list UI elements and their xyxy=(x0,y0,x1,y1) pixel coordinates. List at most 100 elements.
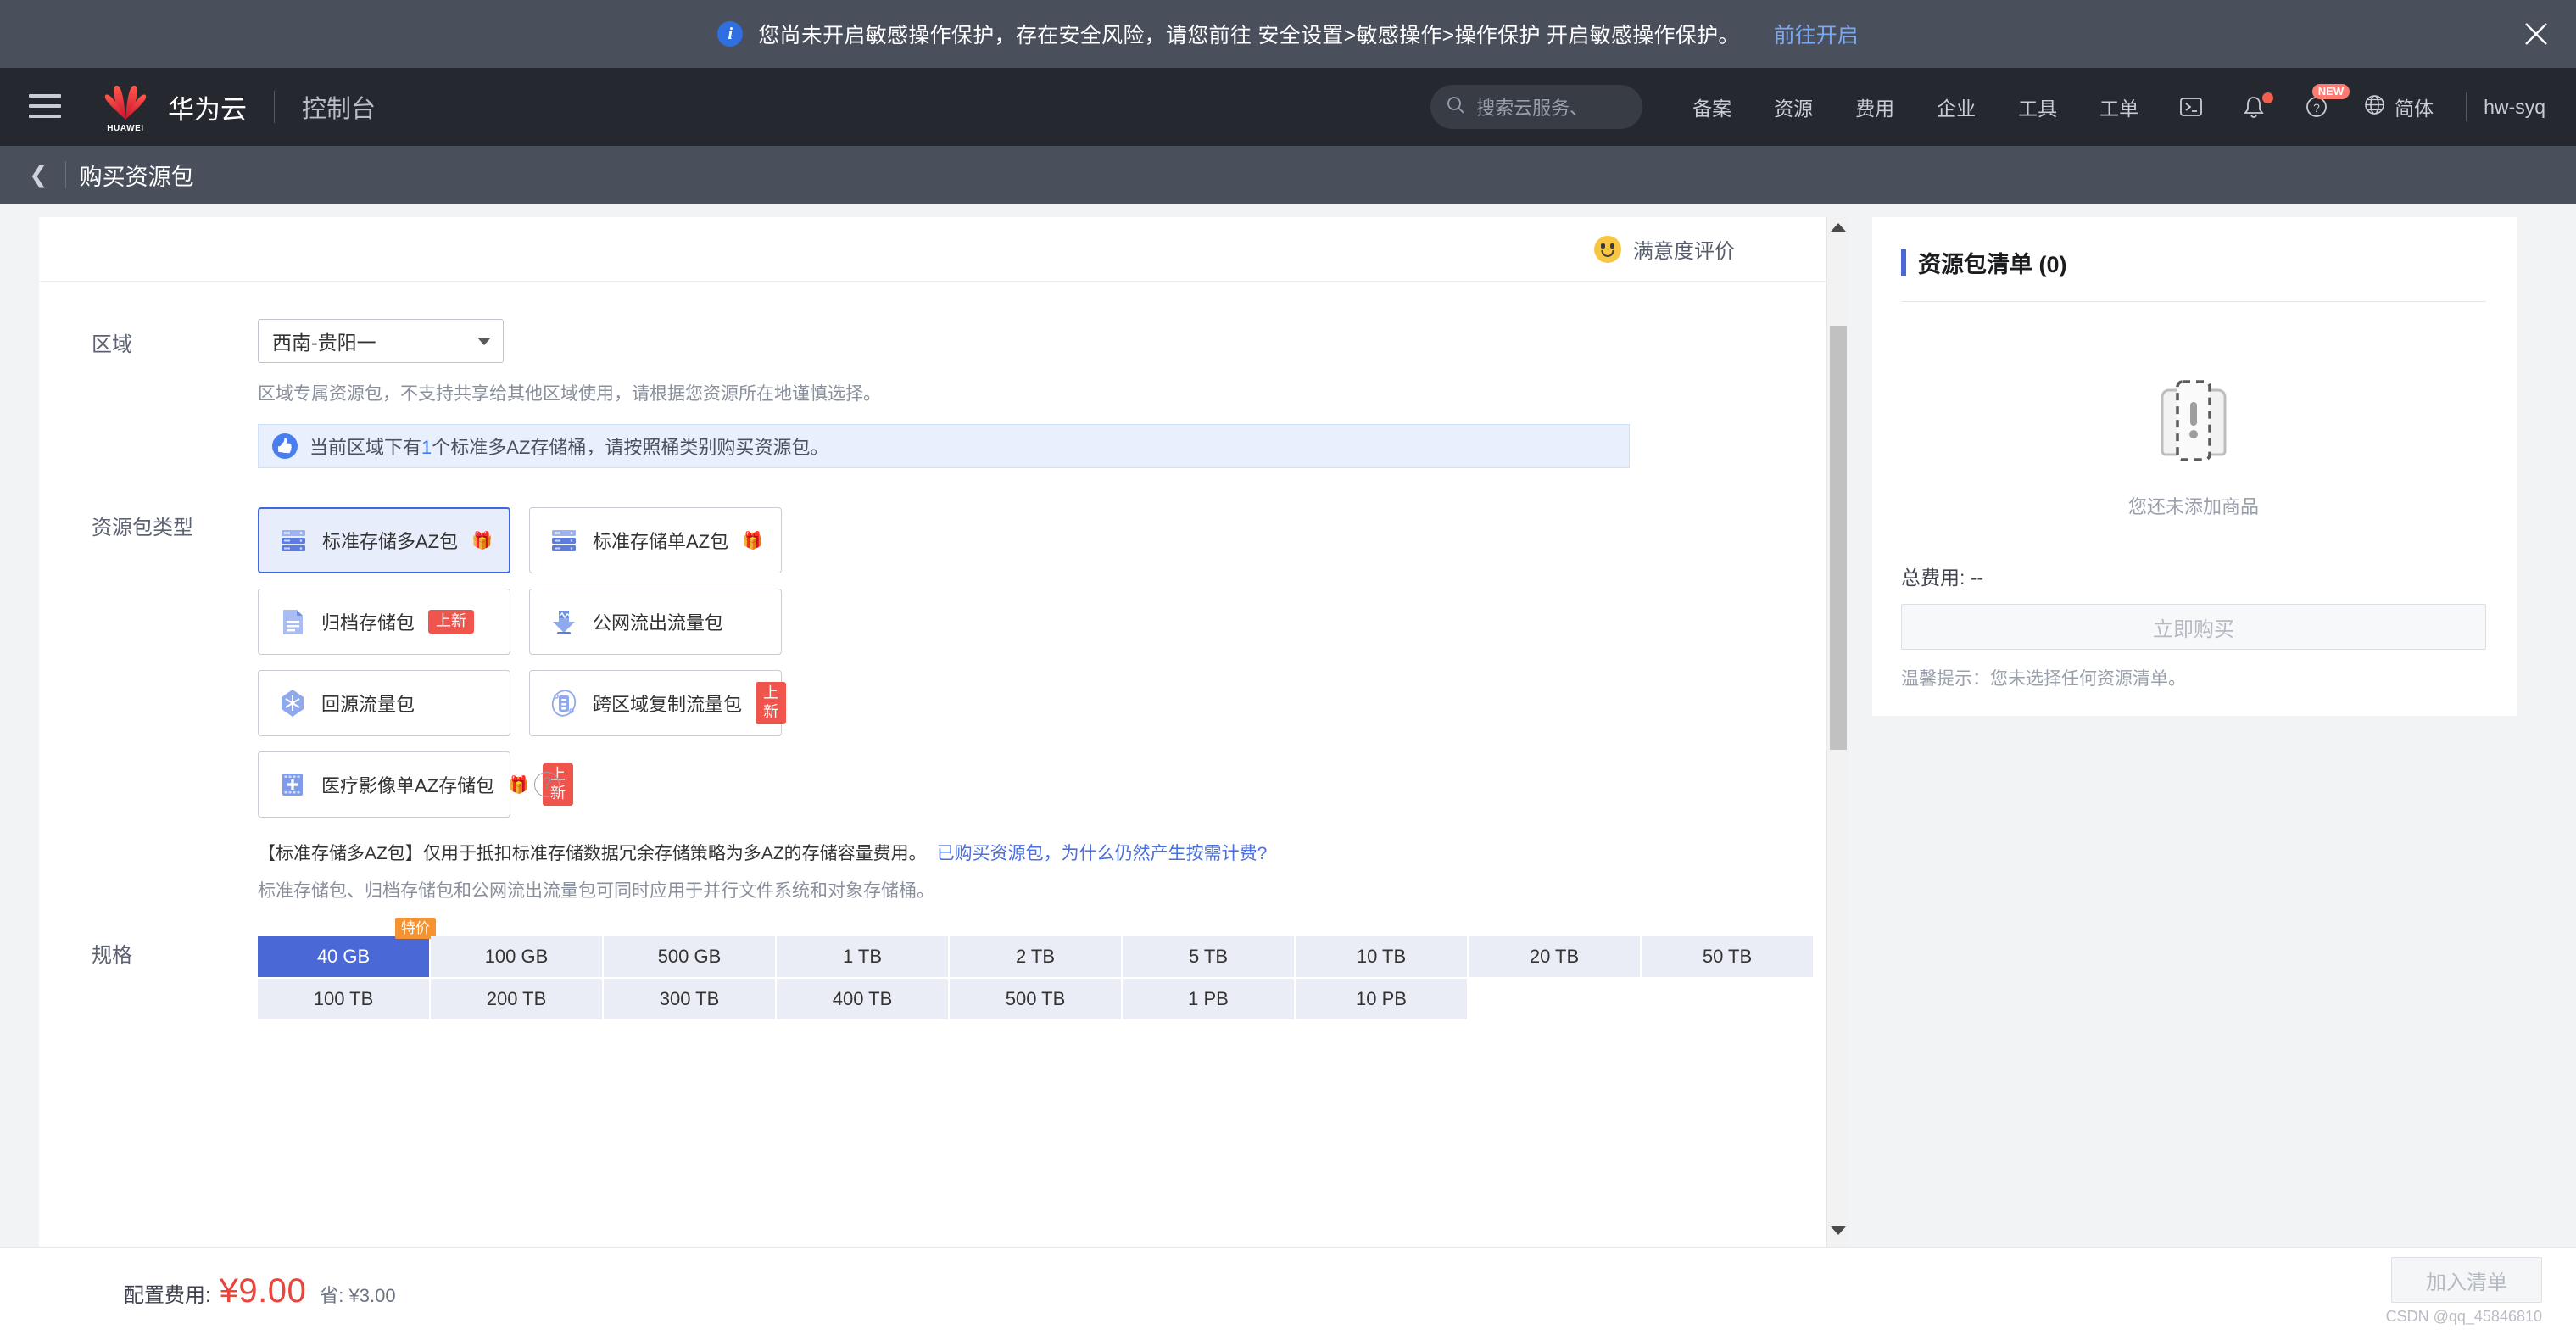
medical-image-icon xyxy=(277,769,308,800)
svg-text:?: ? xyxy=(2313,101,2320,115)
package-card-archive[interactable]: 归档存储包 上新 xyxy=(258,589,510,655)
nav-item-beian[interactable]: 备案 xyxy=(1671,92,1753,121)
spec-button-400tb[interactable]: 400 TB xyxy=(777,979,948,1019)
satisfaction-rating[interactable]: 满意度评价 xyxy=(1594,234,1735,264)
help-icon[interactable]: ? NEW xyxy=(2285,84,2350,120)
spec-button-500gb[interactable]: 500 GB xyxy=(604,936,775,977)
brand-block[interactable]: HUAWEI 华为云 xyxy=(102,82,247,133)
huawei-logo-icon: HUAWEI xyxy=(102,82,149,133)
smiley-icon xyxy=(1594,235,1621,263)
package-card-standard-single-az[interactable]: 标准存储单AZ包 🎁 xyxy=(529,507,782,573)
alert-content: i 您尚未开启敏感操作保护，存在安全风险，请您前往 安全设置>敏感操作>操作保护… xyxy=(717,19,1859,49)
rating-label: 满意度评价 xyxy=(1633,240,1735,263)
spec-button-5tb[interactable]: 5 TB xyxy=(1123,936,1294,977)
footer-bar: 配置费用: ¥9.00 省: ¥3.00 加入清单 CSDN @qq_45846… xyxy=(0,1247,2576,1335)
package-card-medical-image[interactable]: 医疗影像单AZ存储包 🎁 上新 xyxy=(258,751,574,818)
vertical-scrollbar[interactable] xyxy=(1826,217,1848,1247)
spec-buttons: 40 GB 特价 100 GB 500 GB 1 TB 2 TB 5 TB 10… xyxy=(258,918,1813,1019)
search-input[interactable]: 搜索云服务、 xyxy=(1430,85,1643,129)
spec-button-20tb[interactable]: 20 TB xyxy=(1469,936,1640,977)
close-icon[interactable] xyxy=(2522,20,2551,48)
nav-item-enterprise[interactable]: 企业 xyxy=(1915,92,1997,121)
spec-button-100gb[interactable]: 100 GB xyxy=(431,936,602,977)
nav-item-tickets[interactable]: 工单 xyxy=(2078,92,2160,121)
spec-button-50tb[interactable]: 50 TB xyxy=(1642,936,1813,977)
spec-button-500tb[interactable]: 500 TB xyxy=(950,979,1121,1019)
hamburger-icon[interactable] xyxy=(29,94,61,120)
user-account-name[interactable]: hw-syq xyxy=(2484,96,2554,119)
cross-region-replication-icon xyxy=(549,688,579,718)
bell-icon[interactable] xyxy=(2222,92,2285,120)
spec-button-label: 40 GB xyxy=(316,946,371,967)
search-icon xyxy=(1446,95,1466,120)
description-text: 【标准存储多AZ包】仅用于抵扣标准存储数据冗余存储策略为多AZ的存储容量费用。 xyxy=(258,844,927,863)
region-select[interactable]: 西南-贵阳一 xyxy=(258,319,504,363)
cart-header: 资源包清单 (0) xyxy=(1901,246,2486,279)
package-card-cross-region-replication[interactable]: 跨区域复制流量包 上新 xyxy=(529,670,787,736)
top-navbar: HUAWEI 华为云 控制台 搜索云服务、 备案 资源 费用 企业 工具 工单 … xyxy=(0,68,2576,146)
nav-item-resources[interactable]: 资源 xyxy=(1753,92,1834,121)
spec-button-2tb[interactable]: 2 TB xyxy=(950,936,1121,977)
info-icon: i xyxy=(717,21,744,47)
scrollbar-thumb[interactable] xyxy=(1830,326,1847,750)
spec-button-100tb[interactable]: 100 TB xyxy=(258,979,429,1019)
language-switcher[interactable]: 简体 xyxy=(2348,92,2449,121)
gift-icon: 🎁 xyxy=(471,531,493,550)
spec-button-300tb[interactable]: 300 TB xyxy=(604,979,775,1019)
rating-bar: 满意度评价 xyxy=(39,217,1848,282)
cart-warm-tip: 温馨提示：您未选择任何资源清单。 xyxy=(1901,669,2186,689)
spec-button-200tb[interactable]: 200 TB xyxy=(431,979,602,1019)
alert-action-link[interactable]: 前往开启 xyxy=(1774,19,1859,49)
terminal-icon[interactable] xyxy=(2160,94,2222,120)
question-mark-icon[interactable]: ? xyxy=(534,772,560,797)
content-area: 满意度评价 区域 西南-贵阳一 区域专属资源包，不支持共享给其他区域使用，请根据… xyxy=(0,204,2576,1247)
region-field: 西南-贵阳一 区域专属资源包，不支持共享给其他区域使用，请根据您资源所在地谨慎选… xyxy=(258,319,1848,468)
chevron-down-icon xyxy=(477,337,491,345)
origin-traffic-icon xyxy=(277,688,308,718)
sale-tag: 特价 xyxy=(395,918,436,940)
package-card-label: 回源流量包 xyxy=(321,694,415,715)
package-card-public-outbound-traffic[interactable]: 公网流出流量包 xyxy=(529,589,782,655)
search-placeholder: 搜索云服务、 xyxy=(1476,98,1589,119)
spec-button-1pb[interactable]: 1 PB xyxy=(1123,979,1294,1019)
gift-icon: 🎁 xyxy=(508,775,530,795)
divider xyxy=(274,91,275,123)
nav-item-tools[interactable]: 工具 xyxy=(1997,92,2078,121)
console-label[interactable]: 控制台 xyxy=(302,89,376,125)
package-description-sub: 标准存储包、归档存储包和公网流出流量包可同时应用于并行文件系统和对象存储桶。 xyxy=(258,881,934,901)
package-card-standard-multi-az[interactable]: 标准存储多AZ包 🎁 xyxy=(258,507,510,573)
package-card-label: 医疗影像单AZ存储包 xyxy=(321,775,495,796)
bucket-tip-text: 当前区域下有1个标准多AZ存储桶，请按照桶类别购买资源包。 xyxy=(309,437,829,458)
package-card-origin-traffic[interactable]: 回源流量包 xyxy=(258,670,510,736)
description-link[interactable]: 已购买资源包，为什么仍然产生按需计费? xyxy=(937,844,1268,863)
add-to-list-button[interactable]: 加入清单 xyxy=(2391,1257,2542,1303)
cart-empty-state: 您还未添加商品 xyxy=(1901,302,2486,553)
page-title: 购买资源包 xyxy=(79,164,194,190)
resource-package-cart: 资源包清单 (0) 您还未添加商品 总费用: -- 立即购买 温馨提示：您未选择… xyxy=(1872,217,2517,716)
buy-now-button[interactable]: 立即购买 xyxy=(1901,604,2486,650)
server-stack-icon xyxy=(278,525,309,556)
spec-button-10tb[interactable]: 10 TB xyxy=(1296,936,1467,977)
back-chevron-icon[interactable]: ❮ xyxy=(15,163,62,187)
package-type-row: 资源包类型 标准存储多AZ包 🎁 标准存储单AZ包 🎁 归档存储包 上新 公网流… xyxy=(39,502,1848,902)
spec-button-10pb[interactable]: 10 PB xyxy=(1296,979,1467,1019)
security-alert-banner: i 您尚未开启敏感操作保护，存在安全风险，请您前往 安全设置>敏感操作>操作保护… xyxy=(0,0,2576,68)
navbar-right: 搜索云服务、 备案 资源 费用 企业 工具 工单 ? NEW 简体 hw-syq xyxy=(1430,84,2554,129)
cart-empty-text: 您还未添加商品 xyxy=(2127,496,2259,517)
scroll-up-icon[interactable] xyxy=(1830,223,1846,232)
config-form: 区域 西南-贵阳一 区域专属资源包，不支持共享给其他区域使用，请根据您资源所在地… xyxy=(39,282,1848,1247)
package-type-cards: 标准存储多AZ包 🎁 标准存储单AZ包 🎁 归档存储包 上新 公网流出流量包 回… xyxy=(258,507,787,736)
region-selected-value: 西南-贵阳一 xyxy=(272,332,376,354)
package-description-main: 【标准存储多AZ包】仅用于抵扣标准存储数据冗余存储策略为多AZ的存储容量费用。已… xyxy=(258,840,1781,865)
fee-label: 配置费用: xyxy=(124,1284,211,1307)
scroll-down-icon[interactable] xyxy=(1830,1226,1846,1235)
spec-field: 40 GB 特价 100 GB 500 GB 1 TB 2 TB 5 TB 10… xyxy=(258,918,1848,1021)
package-card-label: 标准存储单AZ包 xyxy=(593,531,729,552)
nav-item-billing[interactable]: 费用 xyxy=(1834,92,1915,121)
spec-row-1: 40 GB 特价 100 GB 500 GB 1 TB 2 TB 5 TB 10… xyxy=(258,918,1813,977)
new-badge: 上新 xyxy=(756,682,787,724)
empty-box-exclamation-icon xyxy=(2150,370,2237,472)
spec-button-1tb[interactable]: 1 TB xyxy=(777,936,948,977)
spec-button-40gb[interactable]: 40 GB 特价 xyxy=(258,918,436,977)
medical-card-row: 医疗影像单AZ存储包 🎁 上新 ? xyxy=(258,751,1781,818)
